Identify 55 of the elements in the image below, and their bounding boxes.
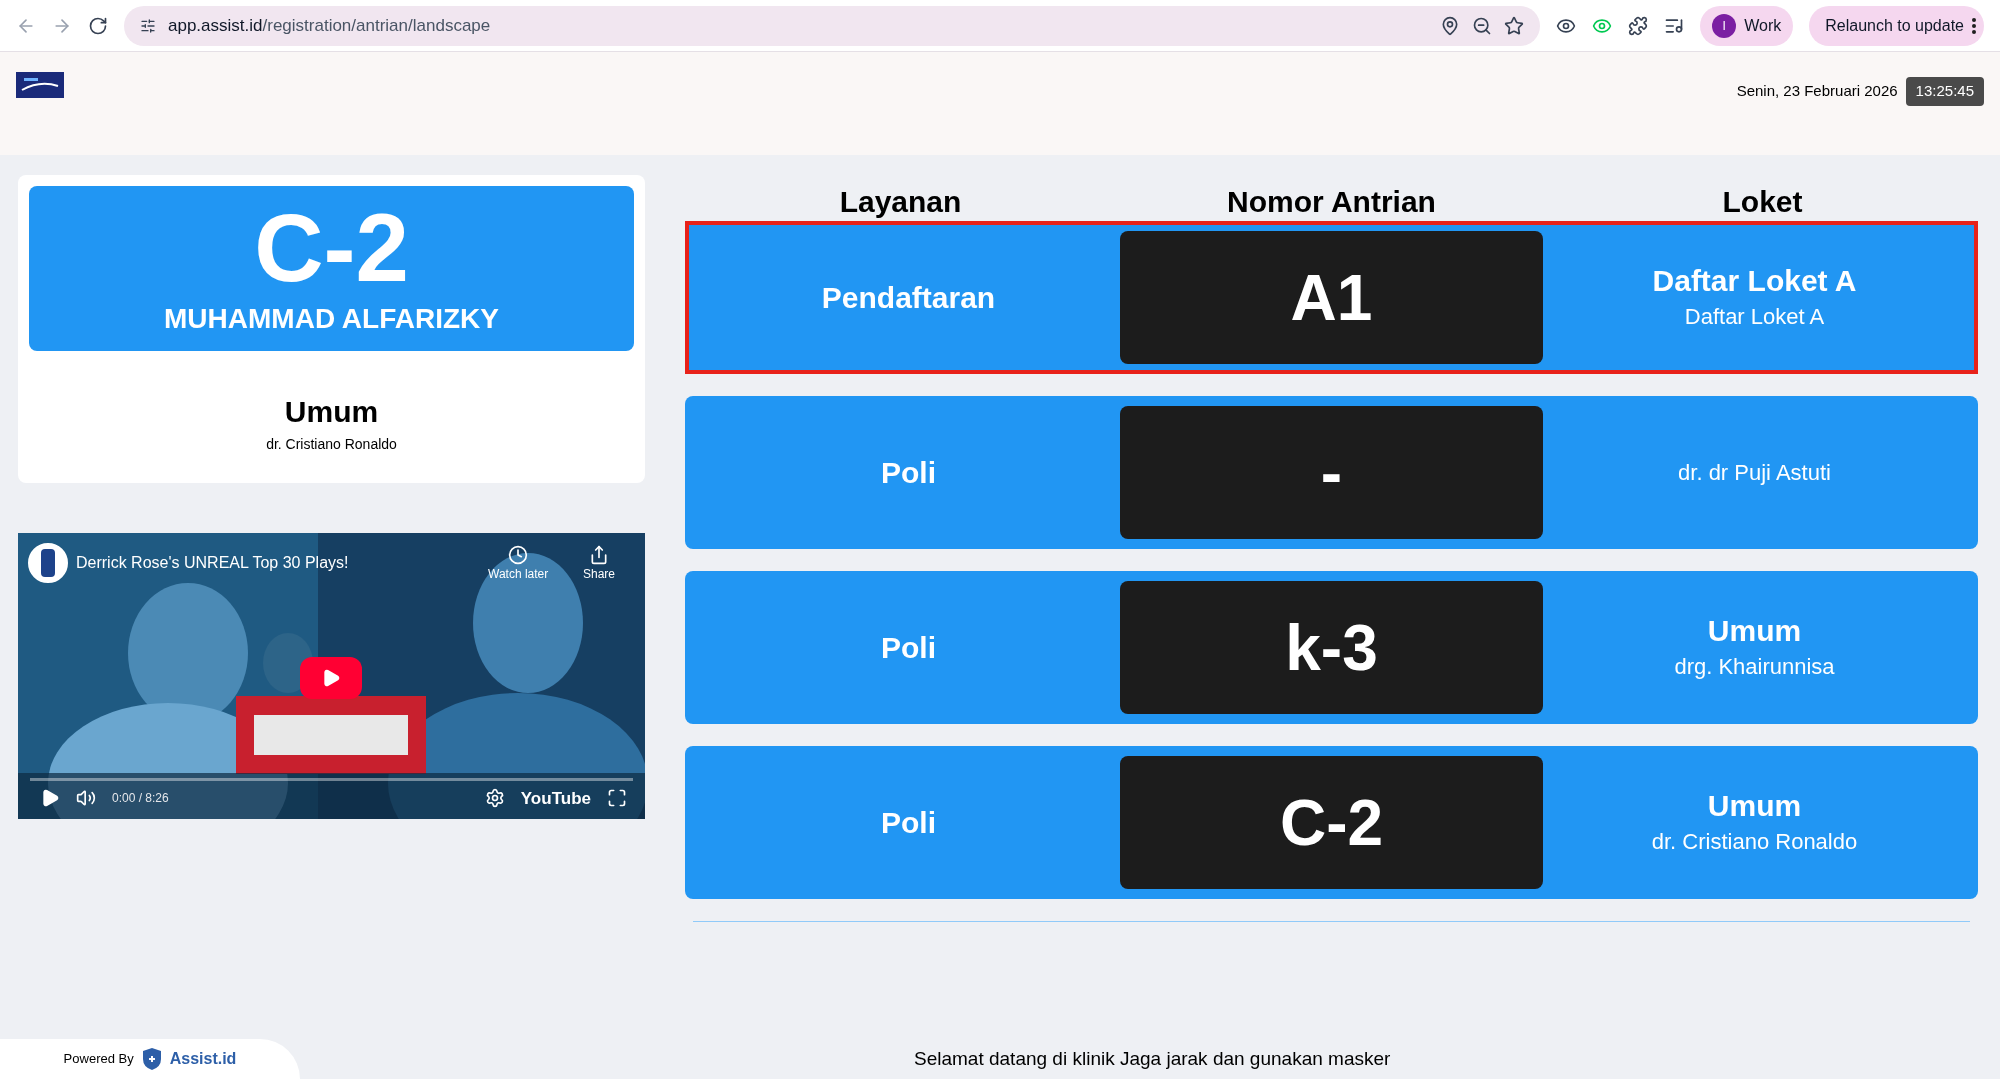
counter-detail: drg. Khairunnisa — [1674, 652, 1835, 681]
current-number: C-2 — [254, 197, 409, 298]
counter-name: Umum — [1707, 613, 1802, 650]
queue-number: - — [1320, 435, 1343, 511]
volume-icon[interactable] — [76, 788, 96, 809]
video-player[interactable]: Derrick Rose's UNREAL Top 30 Plays! Watch later Share 0:00 / 8:26 YouTube — [18, 533, 645, 819]
powered-by-text: Powered By — [63, 1050, 134, 1069]
counter-name: Umum — [1707, 788, 1802, 825]
service-text: Poli — [880, 630, 937, 666]
play-icon[interactable] — [40, 788, 60, 809]
share-button[interactable]: Share — [583, 545, 616, 583]
play-button[interactable] — [300, 657, 362, 699]
queue-number: C-2 — [1279, 785, 1384, 861]
counter-name: Daftar Loket A — [1652, 263, 1857, 300]
counter-detail: dr. Cristiano Ronaldo — [1651, 827, 1858, 856]
bookmark-icon[interactable] — [1504, 15, 1525, 36]
clock-icon — [508, 545, 529, 565]
share-icon — [589, 545, 609, 565]
relaunch-button[interactable]: Relaunch to update — [1809, 5, 1984, 46]
extensions-icon[interactable] — [1628, 15, 1649, 36]
fullscreen-icon[interactable] — [607, 788, 627, 809]
column-header: Loket — [1721, 187, 1804, 217]
reload-icon[interactable] — [88, 15, 108, 36]
marquee-text: Selamat datang di klinik Jaga jarak dan gunakan masker — [914, 1046, 1391, 1071]
play-icon — [321, 668, 341, 688]
service-name: Umum — [284, 394, 379, 430]
watch-later-button[interactable]: Watch later — [488, 545, 549, 583]
zoom-icon[interactable] — [1472, 15, 1493, 36]
address-bar[interactable]: app.assist.id/registration/antrian/landscape — [124, 5, 1541, 46]
column-header: Nomor Antrian — [1226, 187, 1437, 217]
video-time: 0:00 / 8:26 — [112, 790, 170, 808]
logo-icon — [16, 72, 64, 98]
more-icon — [1972, 17, 1976, 34]
counter-detail: Daftar Loket A — [1684, 302, 1825, 331]
profile-button[interactable]: I Work — [1700, 5, 1794, 46]
column-header: Layanan — [838, 187, 963, 217]
service-text: Poli — [880, 455, 937, 491]
youtube-logo[interactable]: YouTube — [520, 785, 591, 811]
queue-number: k-3 — [1285, 610, 1378, 686]
service-text: Pendaftaran — [820, 280, 997, 316]
brand-text: Assist.id — [169, 1049, 237, 1069]
profile-avatar: I — [1712, 13, 1737, 38]
counter-detail: dr. dr Puji Astuti — [1678, 459, 1831, 487]
patient-name: MUHAMMAD ALFARIZKY — [164, 301, 499, 336]
clock-badge: 13:25:45 — [1905, 77, 1984, 106]
doctor-name: dr. Cristiano Ronaldo — [266, 435, 397, 454]
service-text: Poli — [880, 805, 937, 841]
settings-icon[interactable] — [484, 788, 505, 809]
progress-track[interactable] — [30, 778, 633, 781]
url-text: app.assist.id/registration/antrian/landscape — [168, 14, 492, 37]
video-title[interactable]: Derrick Rose's UNREAL Top 30 Plays! — [76, 551, 349, 575]
site-settings-icon[interactable] — [140, 17, 156, 34]
queue-number: A1 — [1290, 260, 1373, 336]
shield-icon — [141, 1047, 162, 1071]
date-text: Senin, 23 Februari 2026 — [1736, 81, 1898, 101]
